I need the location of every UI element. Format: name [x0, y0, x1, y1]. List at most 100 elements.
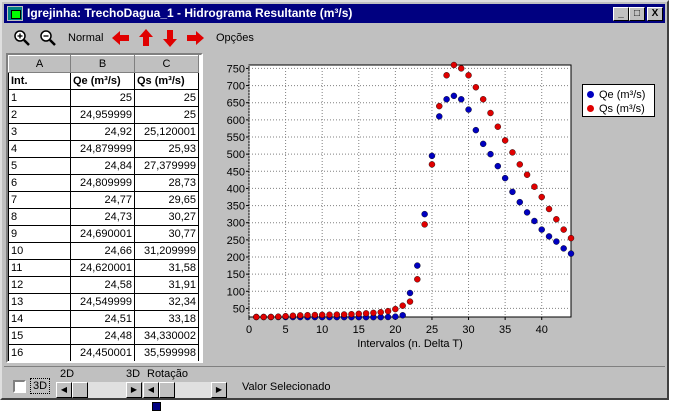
3d-checkbox[interactable]: [13, 380, 26, 393]
table-cell[interactable]: 27,379999: [134, 157, 199, 175]
table-cell[interactable]: 25: [134, 89, 199, 107]
table-cell[interactable]: 24,58: [70, 276, 135, 294]
table-cell[interactable]: 34,330002: [134, 327, 199, 345]
options-button[interactable]: Opções: [216, 32, 254, 44]
table-cell[interactable]: 30,77: [134, 225, 199, 243]
table-cell[interactable]: 8: [8, 208, 71, 226]
table-cell[interactable]: 5: [8, 157, 71, 175]
table-cell[interactable]: 25,93: [134, 140, 199, 158]
scroll-left-arrow-icon[interactable]: ◀: [56, 382, 72, 398]
table-cell[interactable]: 24,959999: [70, 106, 135, 124]
table-row[interactable]: 11 24,620001 31,58: [8, 259, 199, 277]
table-cell[interactable]: 24,690001: [70, 225, 135, 243]
data-point-qe: [531, 217, 538, 225]
table-cell[interactable]: 16: [8, 344, 71, 361]
data-point-qs: [326, 311, 333, 318]
table-cell[interactable]: 24,66: [70, 242, 135, 260]
table-cell[interactable]: 2: [8, 106, 71, 124]
table-cell[interactable]: 33,18: [134, 310, 199, 328]
table-cell[interactable]: 24,450001: [70, 344, 135, 361]
table-cell[interactable]: 3: [8, 123, 71, 141]
x-tick-label: 30: [462, 324, 474, 336]
table-row[interactable]: 16 24,450001 35,599998: [8, 344, 199, 361]
column-header-b[interactable]: B: [70, 55, 135, 73]
zoom-out-button[interactable]: [38, 27, 58, 49]
pan-left-button[interactable]: [110, 27, 132, 49]
table-cell[interactable]: 4: [8, 140, 71, 158]
table-row[interactable]: 2 24,959999 25: [8, 106, 199, 124]
table-cell[interactable]: 24,73: [70, 208, 135, 226]
column-header-c[interactable]: C: [134, 55, 199, 73]
table-cell[interactable]: 9: [8, 225, 71, 243]
minimize-button[interactable]: _: [613, 7, 629, 21]
table-cell[interactable]: 30,27: [134, 208, 199, 226]
table-cell[interactable]: 24,549999: [70, 293, 135, 311]
normal-view-button[interactable]: Normal: [68, 32, 103, 44]
table-cell[interactable]: 24,48: [70, 327, 135, 345]
table-cell[interactable]: 28,73: [134, 174, 199, 192]
table-cell[interactable]: 10: [8, 242, 71, 260]
table-cell[interactable]: 31,209999: [134, 242, 199, 260]
pan-up-button[interactable]: [136, 27, 156, 49]
table-row[interactable]: 10 24,66 31,209999: [8, 242, 199, 260]
table-cell[interactable]: 24,620001: [70, 259, 135, 277]
table-row[interactable]: 1 25 25: [8, 89, 199, 107]
data-point-qs: [370, 309, 377, 317]
table-cell[interactable]: 13: [8, 293, 71, 311]
table-row[interactable]: 4 24,879999 25,93: [8, 140, 199, 158]
column-header-a[interactable]: A: [8, 55, 71, 73]
scroll-right-arrow-icon[interactable]: ▶: [211, 382, 227, 398]
title-bar[interactable]: Igrejinha: TrechoDagua_1 - Hidrograma Re…: [4, 4, 665, 23]
table-cell[interactable]: 31,91: [134, 276, 199, 294]
table-row[interactable]: 6 24,809999 28,73: [8, 174, 199, 192]
data-point-qs: [531, 183, 538, 190]
table-row[interactable]: 3 24,92 25,120001: [8, 123, 199, 141]
table-cell[interactable]: 7: [8, 191, 71, 209]
scroll-thumb[interactable]: [159, 382, 175, 398]
data-point-qs: [355, 310, 362, 318]
data-grid[interactable]: A B C Int. Qe (m³/s) Qs (m³/s) 1 25 25 2 24,…: [6, 53, 203, 363]
table-cell[interactable]: 11: [8, 259, 71, 277]
zoom-in-button[interactable]: [12, 27, 32, 49]
table-row[interactable]: 14 24,51 33,18: [8, 310, 199, 328]
table-row[interactable]: 15 24,48 34,330002: [8, 327, 199, 345]
table-row[interactable]: 9 24,690001 30,77: [8, 225, 199, 243]
table-cell[interactable]: 24,879999: [70, 140, 135, 158]
pan-right-button[interactable]: [184, 27, 206, 49]
header-cell-int[interactable]: Int.: [8, 72, 71, 90]
table-cell[interactable]: 25: [70, 89, 135, 107]
table-row[interactable]: 7 24,77 29,65: [8, 191, 199, 209]
table-cell[interactable]: 25: [134, 106, 199, 124]
maximize-button[interactable]: □: [629, 7, 645, 21]
scroll-right-arrow-icon[interactable]: ▶: [126, 382, 142, 398]
table-cell[interactable]: 25,120001: [134, 123, 199, 141]
table-cell[interactable]: 14: [8, 310, 71, 328]
pan-down-button[interactable]: [160, 27, 180, 49]
chart-area[interactable]: 50 100 150 200 250 300 350 400 450 500 550 600 650 70…: [209, 53, 666, 363]
table-cell[interactable]: 6: [8, 174, 71, 192]
table-row[interactable]: 8 24,73 30,27: [8, 208, 199, 226]
3d-checkbox-label[interactable]: 3D: [30, 378, 51, 394]
scroll-left-arrow-icon[interactable]: ◀: [143, 382, 159, 398]
table-cell[interactable]: 35,599998: [134, 344, 199, 361]
header-cell-qe[interactable]: Qe (m³/s): [70, 72, 135, 90]
table-cell[interactable]: 24,92: [70, 123, 135, 141]
table-cell[interactable]: 32,34: [134, 293, 199, 311]
table-cell[interactable]: 15: [8, 327, 71, 345]
table-cell[interactable]: 1: [8, 89, 71, 107]
table-cell[interactable]: 31,58: [134, 259, 199, 277]
2d-3d-scrollbar[interactable]: ◀ ▶: [56, 382, 142, 398]
table-cell[interactable]: 24,84: [70, 157, 135, 175]
table-cell[interactable]: 24,809999: [70, 174, 135, 192]
table-row[interactable]: 5 24,84 27,379999: [8, 157, 199, 175]
table-cell[interactable]: 24,51: [70, 310, 135, 328]
table-row[interactable]: 13 24,549999 32,34: [8, 293, 199, 311]
header-cell-qs[interactable]: Qs (m³/s): [134, 72, 199, 90]
table-cell[interactable]: 29,65: [134, 191, 199, 209]
table-cell[interactable]: 24,77: [70, 191, 135, 209]
table-cell[interactable]: 12: [8, 276, 71, 294]
close-button[interactable]: X: [647, 7, 663, 21]
table-row[interactable]: 12 24,58 31,91: [8, 276, 199, 294]
scroll-thumb[interactable]: [72, 382, 88, 398]
rotation-scrollbar[interactable]: ◀ ▶: [143, 382, 227, 398]
